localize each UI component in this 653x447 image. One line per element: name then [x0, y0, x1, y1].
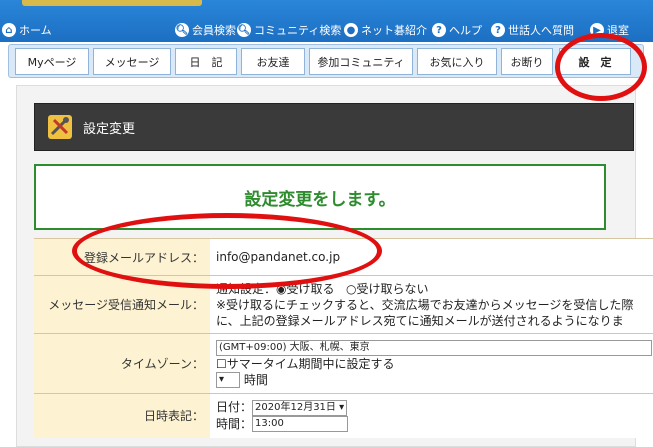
time-prefix: 時間： [216, 416, 253, 431]
settings-form: 登録メールアドレス： info@pandanet.co.jp メッセージ受信通知… [34, 238, 653, 438]
tab-favorites[interactable]: お気に入り [417, 48, 497, 75]
notify-note-2: に、上記の登録メールアドレス宛てに通知メールが送付されるようになりま [216, 313, 624, 328]
dst-label: サマータイム期間中に設定する [226, 356, 395, 371]
notice-text: 設定変更をします。 [244, 189, 396, 210]
datetime-sep: ： [191, 409, 204, 424]
nav-exit[interactable]: ▶ 退室 [590, 22, 629, 38]
nav-help[interactable]: ? ヘルプ [432, 22, 482, 38]
nav-home[interactable]: ⌂ ホーム [2, 22, 52, 38]
nav-help-label: ヘルプ [449, 24, 482, 37]
timezone-select[interactable]: (GMT+09:00) 大阪、札幌、東京 [216, 339, 652, 356]
tab-diary[interactable]: 日 記 [175, 48, 237, 75]
nav-netgo[interactable]: ● ネット碁紹介 [344, 22, 427, 38]
search-icon: 🔍︎ [237, 23, 251, 37]
question-icon: ? [491, 23, 505, 37]
logo [22, 0, 202, 6]
help-icon: ? [432, 23, 446, 37]
row-timezone: タイムゾーン： (GMT+09:00) 大阪、札幌、東京 ☐サマータイム期間中に… [34, 333, 653, 394]
main-tabs: Myページ メッセージ 日 記 お友達 参加コミュニティ お気に入り お断り 設… [8, 44, 644, 78]
hour-offset-select[interactable]: ▾ [216, 372, 240, 388]
tab-friends-label: お友達 [256, 55, 290, 69]
timezone-label-cell: タイムゾーン： [34, 333, 210, 394]
tab-community-label: 参加コミュニティ [317, 55, 405, 69]
hour-suffix: 時間 [243, 372, 268, 387]
notify-options: 通知設定：◉受け取る ○受け取らない [216, 281, 652, 297]
date-prefix: 日付： [216, 400, 253, 415]
notify-note-1: ※受け取るにチェックすると、交流広場でお友達からメッセージを受信した際 [216, 297, 634, 312]
timezone-value-cell: (GMT+09:00) 大阪、札幌、東京 ☐サマータイム期間中に設定する ▾ 時… [210, 333, 653, 394]
nav-ask[interactable]: ? 世話人へ質問 [491, 22, 574, 38]
exit-icon: ▶ [590, 23, 604, 37]
top-bar: ⌂ ホーム 🔍︎ 会員検索 🔍︎ コミュニティ検索 ● ネット碁紹介 ? ヘルプ… [0, 0, 653, 42]
page-header: 設定変更 [34, 103, 634, 151]
tab-message-label: メッセージ [104, 55, 160, 69]
tab-settings[interactable]: 設 定 [559, 48, 631, 75]
email-label-cell: 登録メールアドレス： [34, 238, 210, 276]
notify-prefix: 通知設定： [216, 281, 277, 296]
page-title: 設定変更 [83, 121, 136, 137]
timezone-label: タイムゾーン [120, 357, 192, 371]
tab-mypage-label: Myページ [27, 55, 77, 69]
date-format-select[interactable]: 2020年12月31日 ▾ [252, 399, 348, 416]
nav-exit-label: 退室 [607, 24, 629, 37]
tab-mypage[interactable]: Myページ [15, 48, 89, 75]
home-icon: ⌂ [2, 23, 16, 37]
datetime-label-cell: 日時表記： [34, 393, 210, 438]
notify-value-cell: 通知設定：◉受け取る ○受け取らない ※受け取るにチェックすると、交流広場でお友… [210, 275, 653, 334]
datetime-label: 日時表記 [143, 409, 192, 424]
tab-diary-label: 日 記 [189, 55, 223, 69]
timezone-sep: ： [191, 357, 204, 371]
search-icon: 🔍︎ [175, 23, 189, 37]
globe-icon: ● [344, 23, 358, 37]
date-format-value: 2020年12月31日 [255, 401, 336, 413]
tab-community[interactable]: 参加コミュニティ [309, 48, 413, 75]
notify-label-cell: メッセージ受信通知メール： [34, 275, 210, 334]
datetime-value-cell: 日付： 2020年12月31日 ▾ 時間： 13:00 [210, 393, 653, 438]
radio-not-receive[interactable]: ○ [346, 282, 356, 296]
tab-blocked-label: お断り [510, 55, 544, 69]
tab-friends[interactable]: お友達 [241, 48, 305, 75]
notify-sep: ： [191, 298, 204, 312]
tab-blocked[interactable]: お断り [501, 48, 553, 75]
top-nav: ⌂ ホーム 🔍︎ 会員検索 🔍︎ コミュニティ検索 ● ネット碁紹介 ? ヘルプ… [0, 19, 653, 41]
tab-settings-label: 設 定 [578, 55, 612, 69]
email-value: info@pandanet.co.jp [216, 250, 341, 264]
nav-home-label: ホーム [19, 24, 52, 37]
row-email: 登録メールアドレス： info@pandanet.co.jp [34, 238, 653, 276]
nav-ask-label: 世話人へ質問 [508, 24, 574, 37]
tab-favorites-label: お気に入り [429, 55, 485, 69]
time-format-select[interactable]: 13:00 [252, 416, 349, 433]
email-label: 登録メールアドレス [83, 250, 192, 265]
row-datetime: 日時表記： 日付： 2020年12月31日 ▾ 時間： 13:00 [34, 393, 653, 438]
dst-checkbox[interactable]: ☐ [216, 357, 227, 371]
email-sep: ： [191, 250, 204, 265]
time-format-value: 13:00 [255, 418, 284, 430]
radio-receive-label: 受け取る [286, 281, 335, 296]
nav-community-search[interactable]: 🔍︎ コミュニティ検索 [237, 22, 341, 38]
tab-message[interactable]: メッセージ [93, 48, 171, 75]
nav-member-search[interactable]: 🔍︎ 会員検索 [175, 22, 236, 38]
notify-label: メッセージ受信通知メール [48, 298, 192, 312]
nav-netgo-label: ネット碁紹介 [361, 24, 427, 37]
nav-member-search-label: 会員検索 [192, 24, 236, 37]
notice-box: 設定変更をします。 [34, 164, 606, 230]
radio-not-receive-label: 受け取らない [356, 281, 429, 296]
row-message-notify: メッセージ受信通知メール： 通知設定：◉受け取る ○受け取らない ※受け取るにチ… [34, 275, 653, 334]
nav-community-search-label: コミュニティ検索 [254, 24, 342, 37]
radio-receive[interactable]: ◉ [276, 282, 286, 296]
email-value-cell: info@pandanet.co.jp [210, 238, 653, 276]
tools-icon [48, 115, 72, 139]
